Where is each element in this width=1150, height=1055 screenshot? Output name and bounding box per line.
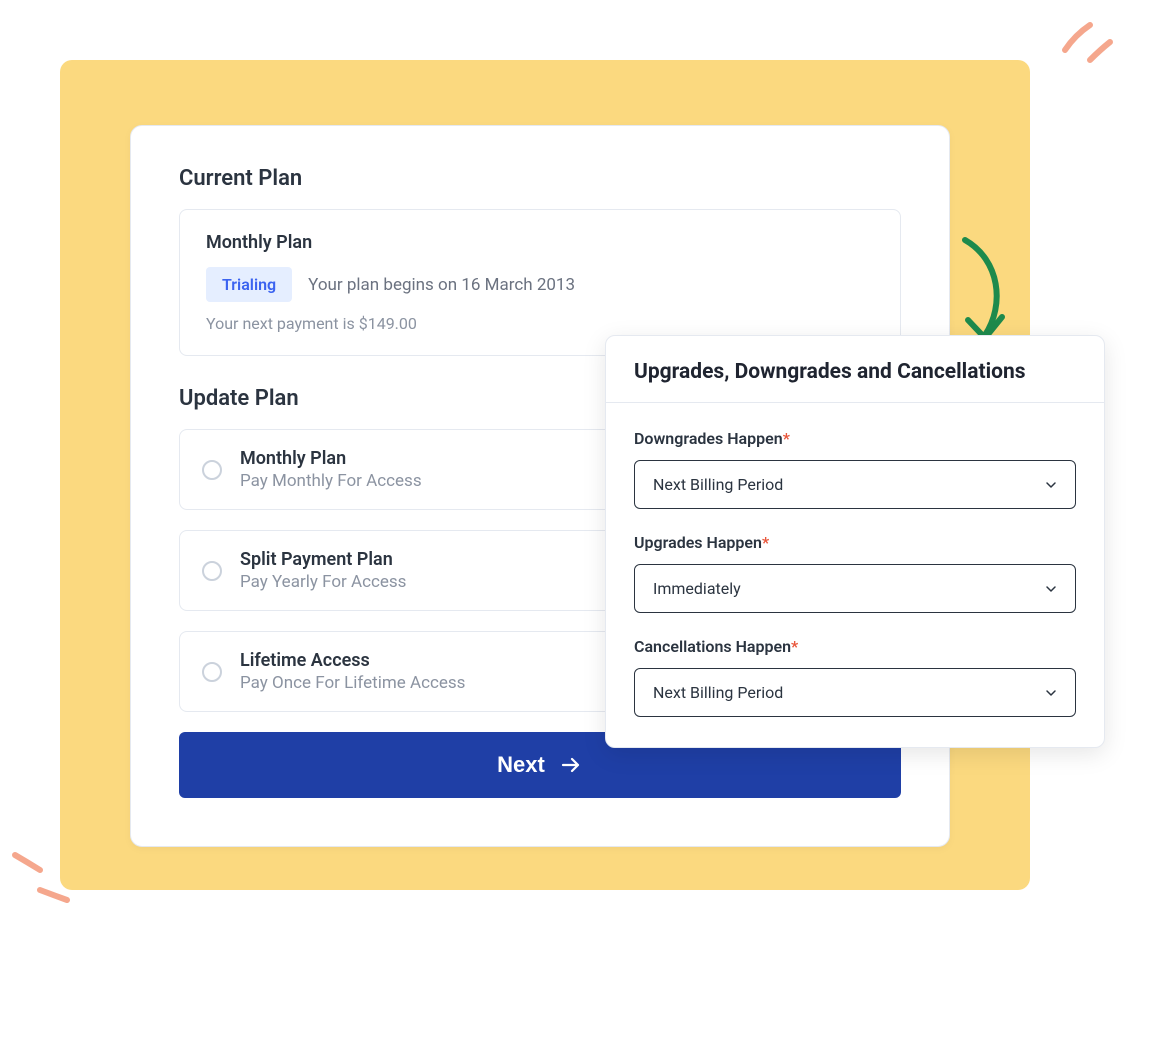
upgrades-label: Upgrades Happen* — [634, 533, 1076, 552]
downgrades-select[interactable]: Next Billing Period — [634, 460, 1076, 509]
cancellations-select[interactable]: Next Billing Period — [634, 668, 1076, 717]
required-mark: * — [783, 429, 790, 448]
radio-icon — [202, 561, 222, 581]
current-plan-box: Monthly Plan Trialing Your plan begins o… — [179, 209, 901, 356]
chevron-down-icon — [1045, 479, 1057, 491]
chevron-down-icon — [1045, 687, 1057, 699]
plan-option-subtitle: Pay Yearly For Access — [240, 572, 406, 592]
plan-option-subtitle: Pay Once For Lifetime Access — [240, 673, 465, 693]
required-mark: * — [791, 637, 798, 656]
radio-icon — [202, 662, 222, 682]
plan-option-subtitle: Pay Monthly For Access — [240, 471, 422, 491]
next-payment-text: Your next payment is $149.00 — [206, 314, 874, 333]
arrow-right-icon — [559, 753, 583, 777]
current-plan-name: Monthly Plan — [206, 232, 874, 253]
settings-card: Upgrades, Downgrades and Cancellations D… — [605, 335, 1105, 748]
plan-option-title: Lifetime Access — [240, 650, 465, 671]
plan-option-title: Monthly Plan — [240, 448, 422, 469]
select-value: Next Billing Period — [653, 683, 783, 702]
settings-title: Upgrades, Downgrades and Cancellations — [634, 360, 1076, 384]
plan-begin-text: Your plan begins on 16 March 2013 — [308, 275, 575, 295]
next-button-label: Next — [497, 752, 545, 778]
downgrades-label: Downgrades Happen* — [634, 429, 1076, 448]
required-mark: * — [762, 533, 769, 552]
cancellations-label: Cancellations Happen* — [634, 637, 1076, 656]
upgrades-select[interactable]: Immediately — [634, 564, 1076, 613]
radio-icon — [202, 460, 222, 480]
plan-option-title: Split Payment Plan — [240, 549, 406, 570]
chevron-down-icon — [1045, 583, 1057, 595]
select-value: Immediately — [653, 579, 741, 598]
select-value: Next Billing Period — [653, 475, 783, 494]
current-plan-title: Current Plan — [179, 166, 901, 191]
status-badge: Trialing — [206, 267, 292, 302]
